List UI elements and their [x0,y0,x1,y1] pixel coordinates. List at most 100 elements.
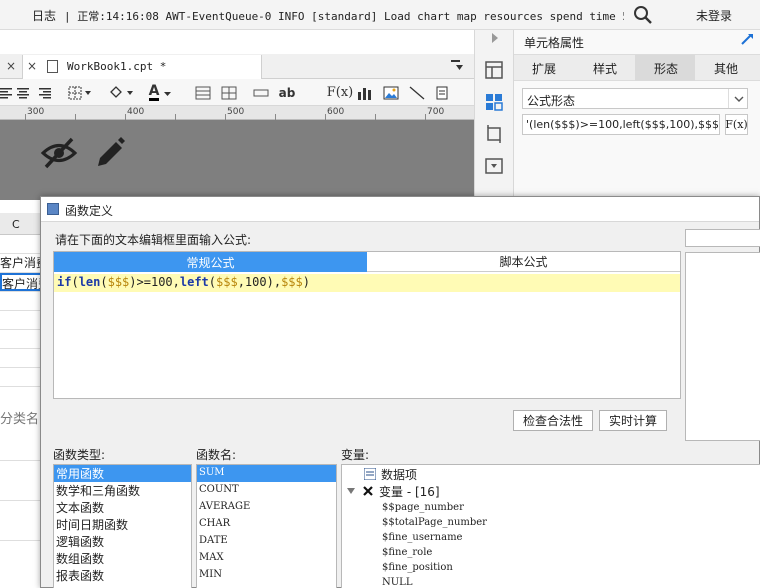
chart-icon[interactable] [356,84,374,101]
list-item[interactable]: 数组函数 [54,550,191,567]
panel-icon-strip [474,30,514,200]
formula-button[interactable]: F(x) [327,84,354,101]
list-item[interactable]: MIN [197,567,336,584]
chevron-down-icon [347,488,355,494]
sheet-cell[interactable]: 客户消费 [0,254,44,271]
list-item[interactable]: CHAR [197,516,336,533]
row-divider [0,291,44,292]
list-item[interactable]: MAX [197,550,336,567]
tree-leaf[interactable]: $fine_position [382,562,453,573]
tab-other[interactable]: 其他 [714,60,738,77]
list-item[interactable]: 数学和三角函数 [54,482,191,499]
eye-hidden-icon[interactable] [40,136,78,170]
tab-expand[interactable]: 扩展 [532,60,556,77]
formula-editor-button[interactable]: F(x) [725,114,748,135]
column-header[interactable] [0,213,44,235]
tab-regular-formula[interactable]: 常规公式 [54,252,367,272]
log-label[interactable]: 日志 [32,7,56,24]
tab-title: WorkBook1.cpt * [67,60,167,73]
border-icon[interactable] [68,84,94,101]
sub-report-icon[interactable] [434,84,450,101]
tree-item-label: 变量 - [16] [379,485,440,499]
fill-color-icon[interactable] [108,84,136,101]
align-center-icon[interactable] [16,84,30,101]
list-item[interactable]: DATE [197,533,336,550]
dialog-titlebar[interactable]: 函数定义 [41,197,759,222]
image-icon[interactable] [382,84,400,101]
search-icon[interactable] [632,4,654,26]
ruler-label: 300 [27,107,45,117]
live-calc-button[interactable]: 实时计算 [599,410,667,431]
list-item[interactable]: SUM [197,465,336,482]
list-item[interactable]: AVERAGE [197,499,336,516]
chevron-down-icon[interactable] [728,89,748,108]
formula-keyword: len [78,275,101,289]
crop-icon[interactable] [484,124,504,144]
tab-script-formula[interactable]: 脚本公式 [367,252,680,272]
tab-menu-icon[interactable] [450,58,464,75]
close-icon[interactable]: × [6,59,16,73]
check-validity-button[interactable]: 检查合法性 [513,410,593,431]
horizontal-ruler: 300 400 500 600 700 [0,106,474,120]
formula-keyword: if [57,275,72,289]
close-icon[interactable]: × [27,59,37,73]
collapse-arrow-icon[interactable] [491,32,499,47]
shape-formula-field[interactable]: '(len($$$)>=100,left($$$,100),$$$) [522,114,720,135]
log-message: | 正常:14:16:08 AWT-EventQueue-0 INFO [sta… [64,10,624,23]
sheet-cell[interactable]: 分类名 [0,408,44,427]
tree-item-data[interactable]: 数据项 [363,466,417,483]
merge-cells-icon[interactable] [194,84,212,101]
formula-punct: ) [302,275,310,289]
description-panel [685,252,760,441]
pencil-icon[interactable] [94,136,126,170]
list-item[interactable]: 逻辑函数 [54,533,191,550]
tree-item-variables[interactable]: 变量 - [16] [346,483,440,500]
formula-punct: )>=100, [129,275,180,289]
ruler-label: 700 [427,107,445,117]
unmerge-cells-icon[interactable] [220,84,238,101]
selected-cell[interactable]: 客户消费 [0,273,44,291]
row-divider [0,460,44,461]
formula-line[interactable]: if(len($$$)>=100,left($$$,100),$$$) [54,274,680,292]
list-item[interactable]: 常用函数 [54,465,191,482]
tab-style[interactable]: 样式 [593,60,617,77]
formula-punct: ( [208,275,217,289]
description-search[interactable] [685,229,760,247]
tab-workbook[interactable]: × WorkBook1.cpt * [22,55,262,79]
align-right-icon[interactable] [38,84,52,101]
row-divider [0,310,44,311]
formula-keyword: left [179,275,209,289]
tree-leaf[interactable]: $fine_username [382,532,462,543]
tree-leaf[interactable]: $$page_number [382,502,464,513]
align-left-icon[interactable] [0,84,12,101]
shape-type-select[interactable]: 公式形态 [522,88,748,109]
list-item[interactable]: 时间日期函数 [54,516,191,533]
design-canvas [0,120,474,200]
slash-icon[interactable] [408,84,426,101]
format-toolbar: A ab F(x) [0,79,474,106]
formula-code: if(len($$$)>=100,left($$$,100),$$$) [57,275,310,289]
font-color-icon[interactable]: A [146,84,176,101]
list-item[interactable]: 文本函数 [54,499,191,516]
insert-text-button[interactable]: ab [278,84,296,101]
function-names-list: SUM COUNT AVERAGE CHAR DATE MAX MIN [196,464,337,588]
column-header-label: C [12,218,20,231]
dialog-title: 函数定义 [65,204,114,218]
formula-variable: $$$ [107,275,130,289]
list-item[interactable]: COUNT [197,482,336,499]
list-item[interactable]: 报表函数 [54,567,191,584]
formula-editor[interactable]: 常规公式 脚本公式 if(len($$$)>=100,left($$$,100)… [53,251,681,399]
variables-label: 变量: [341,448,370,462]
tree-leaf[interactable]: $$totalPage_number [382,517,487,528]
layout-icon[interactable] [484,60,504,80]
row-divider [0,367,44,368]
tab-shape[interactable]: 形态 [654,60,678,77]
tree-leaf[interactable]: NULL [382,577,412,588]
tree-leaf[interactable]: $fine_role [382,547,432,558]
login-link[interactable]: 未登录 [696,7,732,24]
pin-icon[interactable] [740,32,754,50]
cell-attributes-icon[interactable] [484,92,504,112]
ruler-label: 500 [227,107,245,117]
widget-icon[interactable] [484,156,504,176]
insert-cell-icon[interactable] [252,84,270,101]
